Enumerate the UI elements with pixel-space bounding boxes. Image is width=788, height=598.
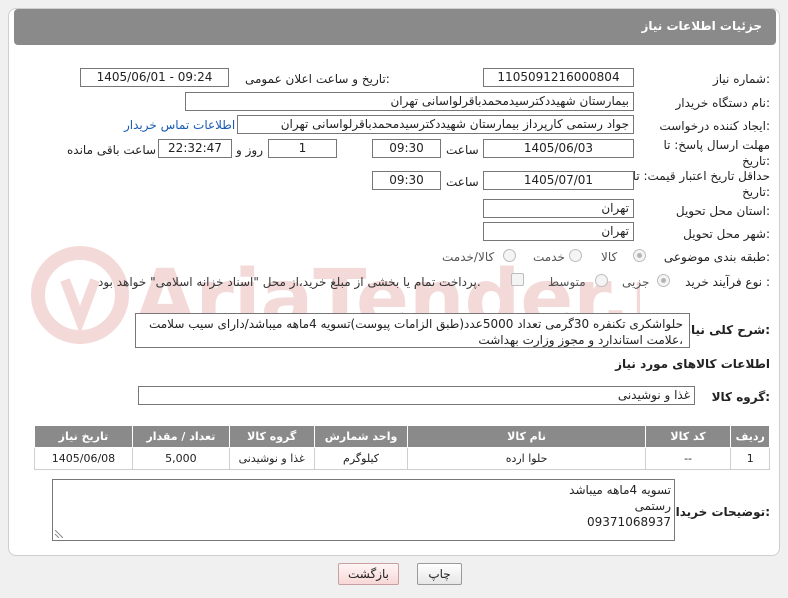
creator-label: ایجاد کننده درخواست: <box>659 119 770 133</box>
announce-label: تاریخ و ساعت اعلان عمومی: <box>245 72 390 86</box>
cell-code: -- <box>644 447 732 470</box>
city-field: تهران <box>483 222 634 241</box>
announce-field: 1405/06/01 - 09:24 <box>80 68 229 87</box>
province-label: استان محل تحویل: <box>675 204 770 218</box>
category-label: طبقه بندی موضوعی: <box>663 250 770 264</box>
validity-date-field: 1405/07/01 <box>483 171 634 190</box>
col-row-header: ردیف <box>730 425 770 448</box>
buyer-notes-label: توضیحات خریدار: <box>668 505 770 519</box>
col-code-header: کد کالا <box>644 425 732 448</box>
col-qty-header: تعداد / مقدار <box>131 425 230 448</box>
contact-buyer-link[interactable]: اطلاعات تماس خریدار <box>124 118 235 132</box>
purchase-option-medium: متوسط <box>548 275 586 289</box>
category-option-service: خدمت <box>533 250 565 264</box>
cell-row: 1 <box>730 447 770 470</box>
purchase-type-label: نوع فرآیند خرید : <box>685 275 770 289</box>
deadline-time-field: 09:30 <box>372 139 441 158</box>
cell-date: 1405/06/08 <box>34 447 133 470</box>
table-header-row: ردیف کد کالا نام کالا واحد شمارش گروه کا… <box>34 425 770 448</box>
items-table: ردیف کد کالا نام کالا واحد شمارش گروه کا… <box>34 425 770 470</box>
validity-time-label: ساعت <box>446 175 479 189</box>
buyer-notes-line1: تسویه 4ماهه میباشد <box>569 483 671 497</box>
validity-label: حداقل تاریخ اعتبار قیمت: تا تاریخ: <box>632 169 770 199</box>
city-label: شهر محل تحویل: <box>683 227 770 241</box>
col-group-header: گروه کالا <box>228 425 315 448</box>
cell-qty: 5,000 <box>131 447 230 470</box>
treasury-payment-checkbox[interactable] <box>511 273 524 286</box>
cell-group: غذا و نوشیدنی <box>228 447 315 470</box>
creator-field: جواد رستمی کارپرداز بیمارستان شهیددکترسی… <box>237 115 634 134</box>
goods-group-label: گروه کالا: <box>711 390 770 404</box>
deadline-date-field: 1405/06/03 <box>483 139 634 158</box>
buyer-field: بیمارستان شهیددکترسیدمحمدباقرلواسانی تهر… <box>185 92 634 111</box>
category-radio-both[interactable] <box>503 249 516 262</box>
deadline-label: مهلت ارسال پاسخ: تا تاریخ: <box>663 138 770 168</box>
validity-time-field: 09:30 <box>372 171 441 190</box>
need-number-field: 1105091216000804 <box>483 68 634 87</box>
province-field: تهران <box>483 199 634 218</box>
buyer-notes-line2: رستمی 09371068937 <box>587 499 671 529</box>
description-label: شرح کلی نیاز: <box>684 323 770 337</box>
category-option-both: کالا/خدمت <box>442 250 495 264</box>
purchase-radio-medium[interactable] <box>595 274 608 287</box>
purchase-radio-minor[interactable] <box>657 274 670 287</box>
category-radio-service[interactable] <box>569 249 582 262</box>
print-button[interactable]: چاپ <box>417 563 462 585</box>
col-date-header: تاریخ نیاز <box>34 425 133 448</box>
purchase-option-minor: جزیی <box>622 275 650 289</box>
remaining-label: ساعت باقی مانده <box>67 143 157 157</box>
treasury-payment-note: پرداخت تمام یا بخشی از مبلغ خرید،از محل … <box>98 275 481 289</box>
buyer-notes-field: تسویه 4ماهه میباشد رستمی 09371068937 <box>52 479 675 541</box>
buyer-label: نام دستگاه خریدار: <box>675 96 771 110</box>
resize-handle-icon[interactable] <box>55 530 63 538</box>
col-unit-header: واحد شمارش <box>313 425 409 448</box>
description-field: حلواشکری تکنفره 30گرمی تعداد 5000عدد(طبق… <box>135 313 690 348</box>
goods-group-field: غذا و نوشیدنی <box>138 386 695 405</box>
deadline-time-label: ساعت <box>446 143 479 157</box>
back-button[interactable]: بازگشت <box>338 563 399 585</box>
need-number-label: شماره نیاز: <box>712 72 770 86</box>
days-label: روز و <box>236 143 263 157</box>
category-option-goods: کالا <box>601 250 618 264</box>
header-bar: جزئیات اطلاعات نیاز <box>14 9 776 45</box>
col-name-header: نام کالا <box>407 425 646 448</box>
cell-name: حلوا ارده <box>407 447 646 470</box>
category-radio-goods[interactable] <box>633 249 646 262</box>
cell-unit: کیلوگرم <box>313 447 409 470</box>
goods-section-title: اطلاعات کالاهای مورد نیاز <box>615 357 770 371</box>
page-title: جزئیات اطلاعات نیاز <box>641 19 762 33</box>
remaining-time-field: 22:32:47 <box>158 139 232 158</box>
days-field: 1 <box>268 139 337 158</box>
table-row[interactable]: 1 -- حلوا ارده کیلوگرم غذا و نوشیدنی 5,0… <box>34 447 770 470</box>
